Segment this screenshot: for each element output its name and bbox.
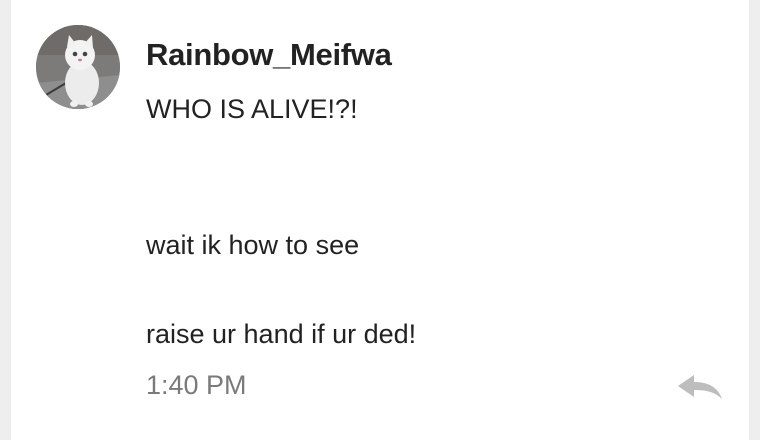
message-line-1: WHO IS ALIVE!?!: [146, 94, 358, 124]
reply-button[interactable]: [676, 372, 724, 402]
avatar-cat-image: [36, 25, 120, 109]
timestamp: 1:40 PM: [146, 370, 247, 400]
message-line-2: wait ik how to see: [146, 230, 360, 260]
username[interactable]: Rainbow_Meifwa: [146, 37, 392, 73]
reply-arrow-icon: [678, 375, 722, 399]
avatar[interactable]: [36, 25, 120, 109]
message-card: Rainbow_Meifwa WHO IS ALIVE!?! wait ik h…: [11, 0, 749, 440]
message-line-3: raise ur hand if ur ded!: [146, 319, 417, 349]
